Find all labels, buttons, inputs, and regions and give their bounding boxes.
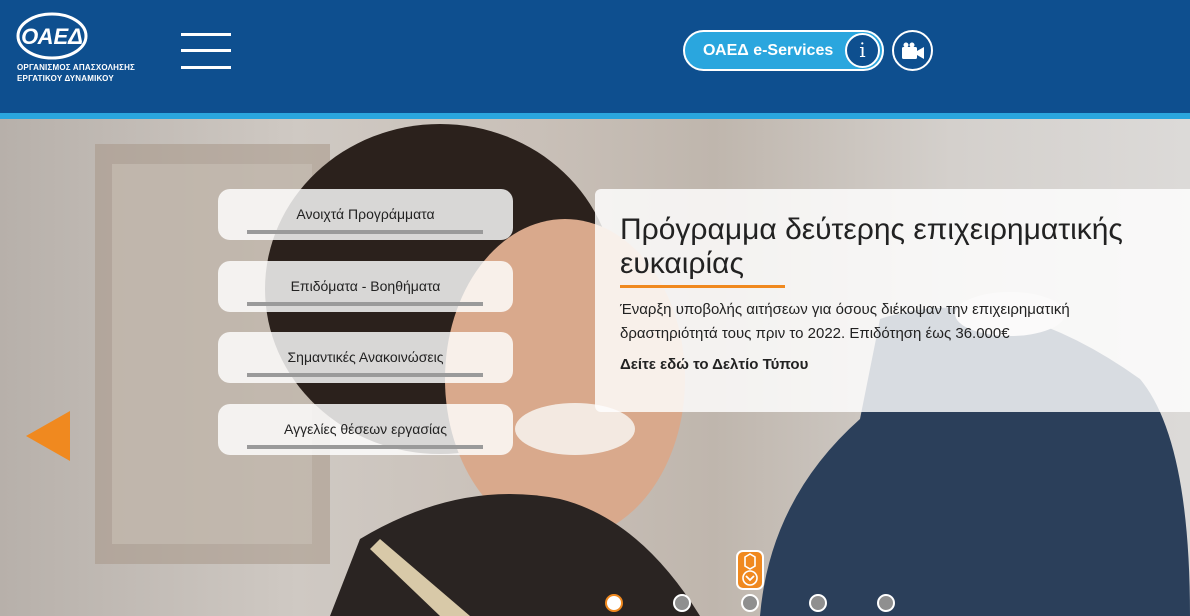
slide-title-underline [620,285,785,288]
chevron-down-icon [742,553,758,586]
menu-label: Σημαντικές Ανακοινώσεις [287,349,444,365]
menu-underline [247,230,483,234]
info-icon[interactable]: i [845,33,880,68]
triangle-left-icon[interactable] [24,410,72,462]
hamburger-line [181,49,231,52]
menu-job-listings[interactable]: Αγγελίες θέσεων εργασίας [218,404,513,455]
scroll-down-button[interactable] [736,550,764,590]
carousel-dot[interactable] [605,594,623,612]
org-name: ΟΡΓΑΝΙΣΜΟΣ ΑΠΑΣΧΟΛΗΣΗΣ ΕΡΓΑΤΙΚΟΥ ΔΥΝΑΜΙΚ… [17,62,135,84]
eservices-button[interactable]: ΟΑΕΔ e-Services i [683,30,884,71]
menu-label: Αγγελίες θέσεων εργασίας [284,421,447,437]
site-header: ΟΑΕΔ ΟΡΓΑΝΙΣΜΟΣ ΑΠΑΣΧΟΛΗΣΗΣ ΕΡΓΑΤΙΚΟΥ ΔΥ… [0,0,1190,113]
carousel-dot[interactable] [809,594,827,612]
menu-underline [247,302,483,306]
carousel-dot[interactable] [741,594,759,612]
slide-panel: Πρόγραμμα δεύτερης επιχειρηματικής ευκαι… [595,189,1190,412]
eservices-label: ΟΑΕΔ e-Services [703,42,834,59]
oaed-logo-mark: ΟΑΕΔ [16,12,88,60]
menu-benefits[interactable]: Επιδόματα - Βοηθήματα [218,261,513,312]
carousel-dot[interactable] [673,594,691,612]
video-camera-icon [902,42,924,59]
press-release-link[interactable]: Δείτε εδώ το Δελτίο Τύπου [620,356,808,373]
hamburger-line [181,33,231,36]
video-camera-button[interactable] [892,30,933,71]
menu-label: Επιδόματα - Βοηθήματα [290,278,441,294]
menu-announcements[interactable]: Σημαντικές Ανακοινώσεις [218,332,513,383]
carousel-dot[interactable] [877,594,895,612]
logo-wordmark: ΟΑΕΔ [21,24,83,49]
org-name-line2: ΕΡΓΑΤΙΚΟΥ ΔΥΝΑΜΙΚΟΥ [17,74,114,83]
oaed-logo[interactable]: ΟΑΕΔ ΟΡΓΑΝΙΣΜΟΣ ΑΠΑΣΧΟΛΗΣΗΣ ΕΡΓΑΤΙΚΟΥ ΔΥ… [16,10,146,90]
menu-label: Ανοιχτά Προγράμματα [296,206,435,222]
slide-description: Έναρξη υποβολής αιτήσεων για όσους διέκο… [620,301,1070,342]
slide-title: Πρόγραμμα δεύτερης επιχειρηματικής ευκαι… [620,213,1123,280]
org-name-line1: ΟΡΓΑΝΙΣΜΟΣ ΑΠΑΣΧΟΛΗΣΗΣ [17,63,136,72]
menu-underline [247,373,483,377]
hamburger-line [181,66,231,69]
menu-underline [247,445,483,449]
hamburger-icon[interactable] [181,33,231,69]
menu-open-programs[interactable]: Ανοιχτά Προγράμματα [218,189,513,240]
